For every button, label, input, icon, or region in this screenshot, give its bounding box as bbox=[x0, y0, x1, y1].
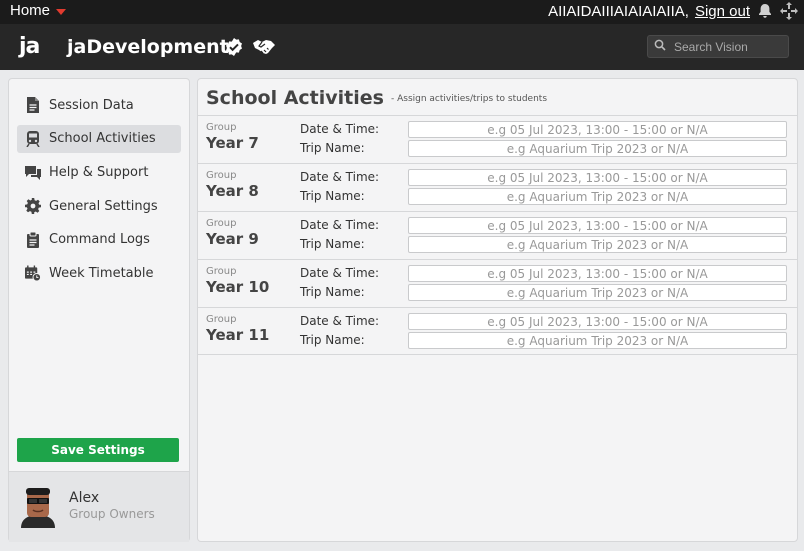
home-menu[interactable]: Home bbox=[10, 2, 67, 19]
sign-out-link[interactable]: Sign out bbox=[695, 3, 750, 20]
group-year: Year 7 bbox=[206, 134, 259, 152]
user-area: AIIAIDAIIIAIAIAIAIIA, Sign out bbox=[548, 2, 798, 20]
move-icon[interactable] bbox=[780, 2, 798, 20]
group-label: Group bbox=[206, 122, 237, 133]
group-row: Group Year 9 Date & Time: Trip Name: bbox=[198, 211, 797, 259]
trip-name-input[interactable] bbox=[408, 332, 787, 349]
chat-icon bbox=[25, 164, 41, 180]
sidebar-item-command-logs[interactable]: Command Logs bbox=[17, 226, 181, 254]
sidebar-item-school-activities[interactable]: School Activities bbox=[17, 124, 181, 153]
search-icon bbox=[654, 38, 666, 56]
sidebar-item-help-support[interactable]: Help & Support bbox=[17, 158, 181, 186]
group-year: Year 8 bbox=[206, 182, 259, 200]
document-icon bbox=[25, 97, 41, 113]
group-row: Group Year 7 Date & Time: Trip Name: bbox=[198, 115, 797, 163]
page-title: School Activities bbox=[206, 87, 384, 109]
user-profile[interactable]: Alex Group Owners bbox=[9, 471, 189, 542]
group-row: Group Year 11 Date & Time: Trip Name: bbox=[198, 307, 797, 355]
gear-icon bbox=[25, 198, 41, 215]
sidebar-item-week-timetable[interactable]: Week Timetable bbox=[17, 259, 181, 287]
trip-name-label: Trip Name: bbox=[300, 333, 365, 347]
calendar-clock-icon bbox=[25, 265, 41, 282]
save-settings-button[interactable]: Save Settings bbox=[17, 438, 179, 462]
sidebar: Session Data School Activities Help & Su… bbox=[8, 78, 190, 542]
brand-name: jaDevelopment bbox=[67, 36, 229, 58]
trip-name-input[interactable] bbox=[408, 140, 787, 157]
group-year: Year 9 bbox=[206, 230, 259, 248]
date-time-label: Date & Time: bbox=[300, 218, 380, 232]
avatar bbox=[19, 486, 57, 528]
date-time-input[interactable] bbox=[408, 265, 787, 282]
clipboard-icon bbox=[25, 231, 41, 248]
group-year: Year 10 bbox=[206, 278, 270, 296]
activity-list: Group Year 7 Date & Time: Trip Name: Gro… bbox=[198, 115, 797, 355]
sidebar-item-label: Session Data bbox=[49, 97, 134, 113]
date-time-label: Date & Time: bbox=[300, 122, 380, 136]
sidebar-item-label: School Activities bbox=[49, 131, 156, 147]
sidebar-item-label: Week Timetable bbox=[49, 265, 154, 281]
trip-name-label: Trip Name: bbox=[300, 141, 365, 155]
username: AIIAIDAIIIAIAIAIAIIA, bbox=[548, 2, 689, 20]
main-panel: School Activities - Assign activities/tr… bbox=[197, 78, 798, 542]
group-label: Group bbox=[206, 314, 237, 325]
user-name: Alex bbox=[69, 490, 100, 506]
user-role: Group Owners bbox=[69, 507, 155, 521]
bell-icon[interactable] bbox=[756, 2, 774, 20]
date-time-label: Date & Time: bbox=[300, 266, 380, 280]
train-icon bbox=[25, 130, 41, 147]
sidebar-nav: Session Data School Activities Help & Su… bbox=[17, 91, 181, 293]
verified-badge-icon bbox=[224, 37, 244, 62]
sidebar-item-session-data[interactable]: Session Data bbox=[17, 91, 181, 119]
trip-name-input[interactable] bbox=[408, 188, 787, 205]
page-subtitle: - Assign activities/trips to students bbox=[391, 94, 548, 104]
sidebar-item-label: Command Logs bbox=[49, 232, 150, 248]
sidebar-item-general-settings[interactable]: General Settings bbox=[17, 192, 181, 220]
group-label: Group bbox=[206, 170, 237, 181]
trip-name-input[interactable] bbox=[408, 284, 787, 301]
app-header: ja jaDevelopment bbox=[0, 24, 804, 70]
search-box[interactable] bbox=[647, 35, 789, 58]
top-bar: Home AIIAIDAIIIAIAIAIAIIA, Sign out bbox=[0, 0, 804, 24]
date-time-label: Date & Time: bbox=[300, 314, 380, 328]
trip-name-label: Trip Name: bbox=[300, 237, 365, 251]
date-time-label: Date & Time: bbox=[300, 170, 380, 184]
date-time-input[interactable] bbox=[408, 217, 787, 234]
group-row: Group Year 10 Date & Time: Trip Name: bbox=[198, 259, 797, 307]
search-input[interactable] bbox=[672, 38, 786, 55]
group-label: Group bbox=[206, 218, 237, 229]
group-row: Group Year 8 Date & Time: Trip Name: bbox=[198, 163, 797, 211]
date-time-input[interactable] bbox=[408, 313, 787, 330]
trip-name-input[interactable] bbox=[408, 236, 787, 253]
partner-handshake-icon bbox=[252, 37, 276, 62]
group-year: Year 11 bbox=[206, 326, 270, 344]
date-time-input[interactable] bbox=[408, 169, 787, 186]
chevron-down-icon bbox=[56, 8, 67, 15]
home-label: Home bbox=[10, 2, 51, 19]
app-logo[interactable]: ja bbox=[19, 34, 40, 59]
date-time-input[interactable] bbox=[408, 121, 787, 138]
sidebar-item-label: Help & Support bbox=[49, 164, 149, 180]
group-label: Group bbox=[206, 266, 237, 277]
sidebar-item-label: General Settings bbox=[49, 198, 158, 214]
trip-name-label: Trip Name: bbox=[300, 285, 365, 299]
trip-name-label: Trip Name: bbox=[300, 189, 365, 203]
